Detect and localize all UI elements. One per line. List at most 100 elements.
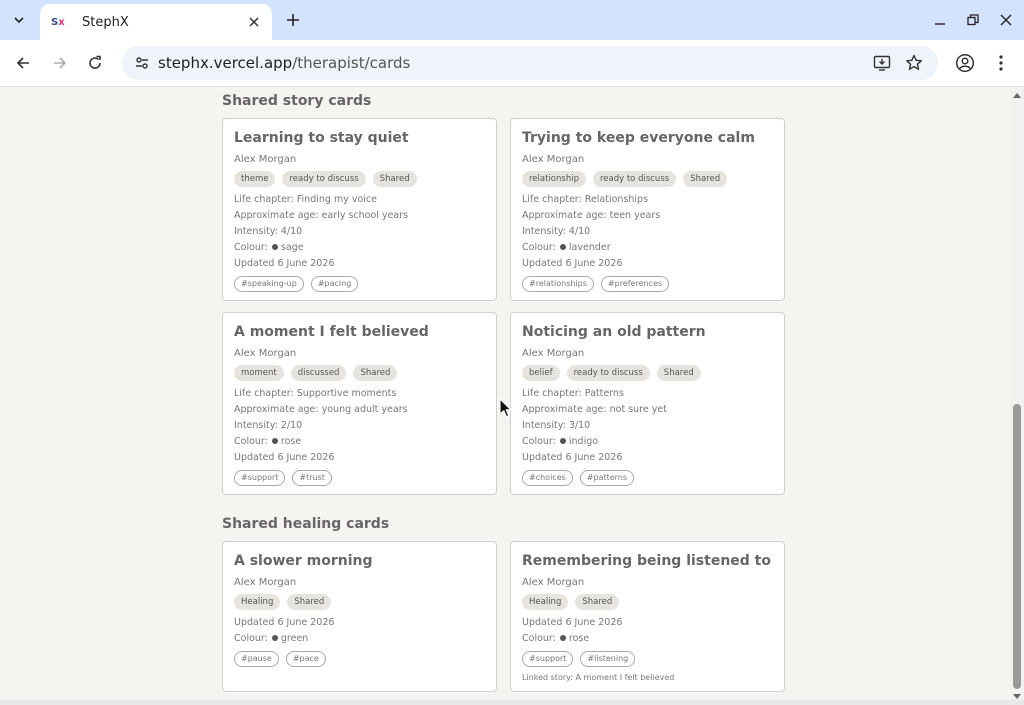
- status-badge: ready to discuss: [282, 171, 366, 187]
- site-info-tune-icon[interactable]: [130, 51, 154, 75]
- page-scrollbar[interactable]: [1010, 87, 1024, 705]
- tab-search-chevron-icon[interactable]: [6, 7, 32, 33]
- life-chapter: Life chapter: Finding my voice: [234, 194, 377, 205]
- back-arrow-icon[interactable]: [11, 51, 35, 75]
- updated-date: Updated 6 June 2026: [522, 258, 623, 269]
- close-window-icon[interactable]: [996, 10, 1016, 30]
- shared-story-cards-heading: Shared story cards: [222, 93, 372, 109]
- browser-tab[interactable]: Sx StephX: [40, 4, 272, 40]
- tag-chip: #pacing: [310, 276, 359, 292]
- life-chapter: Life chapter: Supportive moments: [234, 388, 397, 399]
- story-card[interactable]: Trying to keep everyone calm Alex Morgan…: [510, 118, 785, 301]
- mouse-cursor-icon: [499, 398, 512, 418]
- colour-label: Colour:: [522, 242, 556, 253]
- shared-badge: Shared: [353, 365, 398, 381]
- card-title: Learning to stay quiet: [234, 130, 409, 146]
- shared-healing-cards-heading: Shared healing cards: [222, 516, 390, 532]
- minimize-icon[interactable]: [930, 10, 950, 30]
- colour-value: rose: [280, 436, 302, 447]
- intensity: Intensity: 3/10: [522, 420, 591, 431]
- status-badge: discussed: [290, 365, 347, 381]
- profile-avatar-icon[interactable]: [953, 51, 977, 75]
- url-host: stephx.vercel.app: [158, 54, 293, 72]
- intensity: Intensity: 2/10: [234, 420, 303, 431]
- tag-chip: #listening: [580, 651, 636, 667]
- tag-chip: #support: [522, 651, 574, 667]
- healing-card[interactable]: Remembering being listened to Alex Morga…: [510, 541, 785, 692]
- card-tags: #pause #pace: [234, 651, 485, 667]
- approximate-age: Approximate age: teen years: [522, 210, 661, 221]
- reload-icon[interactable]: [83, 51, 107, 75]
- tag-chip: #speaking-up: [234, 276, 304, 292]
- type-badge: moment: [234, 365, 284, 381]
- shared-badge: Shared: [287, 594, 332, 610]
- shared-badge: Shared: [372, 171, 417, 187]
- new-tab-plus-icon[interactable]: [282, 9, 304, 31]
- card-tags: #support #trust: [234, 470, 485, 486]
- restore-icon[interactable]: [963, 10, 983, 30]
- card-badges: belief ready to discuss Shared: [522, 365, 773, 381]
- tag-chip: #relationships: [522, 276, 594, 292]
- type-badge: theme: [234, 171, 276, 187]
- colour-dot-icon: [559, 635, 566, 641]
- type-badge: relationship: [522, 171, 586, 187]
- card-author: Alex Morgan: [234, 577, 297, 588]
- card-title: A moment I felt believed: [234, 324, 429, 340]
- colour: Colour: sage: [234, 240, 485, 256]
- story-card[interactable]: Learning to stay quiet Alex Morgan theme…: [222, 118, 497, 301]
- card-author: Alex Morgan: [234, 154, 297, 165]
- shared-badge: Shared: [575, 594, 620, 610]
- page-viewport: Shared story cards Learning to stay quie…: [0, 87, 1010, 705]
- intensity: Intensity: 4/10: [522, 226, 591, 237]
- approximate-age: Approximate age: young adult years: [234, 404, 408, 415]
- tag-chip: #pace: [285, 651, 326, 667]
- card-tags: #relationships #preferences: [522, 276, 773, 292]
- linked-story[interactable]: Linked story: A moment I felt believed: [522, 673, 773, 682]
- colour-value: lavender: [568, 242, 611, 253]
- bookmark-star-icon[interactable]: [903, 52, 925, 74]
- healing-card[interactable]: A slower morning Alex Morgan Healing Sha…: [222, 541, 497, 692]
- colour-label: Colour:: [234, 633, 268, 644]
- card-title: Remembering being listened to: [522, 553, 771, 569]
- browser-menu-kebab-icon[interactable]: [989, 51, 1013, 75]
- colour: Colour: rose: [234, 434, 485, 450]
- tag-chip: #support: [234, 470, 286, 486]
- updated-date: Updated 6 June 2026: [522, 452, 623, 463]
- tag-chip: #pause: [234, 651, 279, 667]
- tag-chip: #preferences: [600, 276, 670, 292]
- updated-date: Updated 6 June 2026: [234, 452, 335, 463]
- life-chapter: Life chapter: Relationships: [522, 194, 649, 205]
- card-tags: #speaking-up #pacing: [234, 276, 485, 292]
- card-author: Alex Morgan: [522, 154, 585, 165]
- colour-value: rose: [568, 633, 590, 644]
- address-bar[interactable]: stephx.vercel.app/therapist/cards: [122, 46, 938, 80]
- tab-close-icon[interactable]: [244, 12, 264, 32]
- tab-title: StephX: [82, 14, 129, 30]
- card-author: Alex Morgan: [234, 348, 297, 359]
- story-card[interactable]: Noticing an old pattern Alex Morgan beli…: [510, 312, 785, 495]
- status-badge: ready to discuss: [592, 171, 677, 187]
- card-badges: theme ready to discuss Shared: [234, 171, 485, 187]
- card-title: Trying to keep everyone calm: [522, 130, 755, 146]
- story-card[interactable]: A moment I felt believed Alex Morgan mom…: [222, 312, 497, 495]
- colour-label: Colour:: [522, 633, 556, 644]
- colour-label: Colour:: [234, 436, 268, 447]
- colour-label: Colour:: [234, 242, 268, 253]
- url-text: stephx.vercel.app/therapist/cards: [158, 54, 410, 72]
- status-badge: ready to discuss: [566, 365, 650, 381]
- browser-tab-strip: Sx StephX: [0, 0, 1024, 40]
- card-tags: #support #listening: [522, 651, 773, 667]
- colour-dot-icon: [559, 438, 566, 444]
- scroll-up-arrow-icon[interactable]: [1013, 91, 1021, 99]
- forward-arrow-icon[interactable]: [48, 51, 72, 75]
- type-badge: Healing: [522, 594, 569, 610]
- url-path: /therapist/cards: [292, 54, 411, 72]
- card-badges: Healing Shared: [234, 594, 485, 610]
- colour-label: Colour:: [522, 436, 556, 447]
- install-app-icon[interactable]: [871, 52, 893, 74]
- tag-chip: #patterns: [579, 470, 635, 486]
- colour-dot-icon: [271, 635, 278, 641]
- card-title: Noticing an old pattern: [522, 324, 706, 340]
- type-badge: belief: [522, 365, 560, 381]
- scrollbar-thumb[interactable]: [1013, 404, 1021, 689]
